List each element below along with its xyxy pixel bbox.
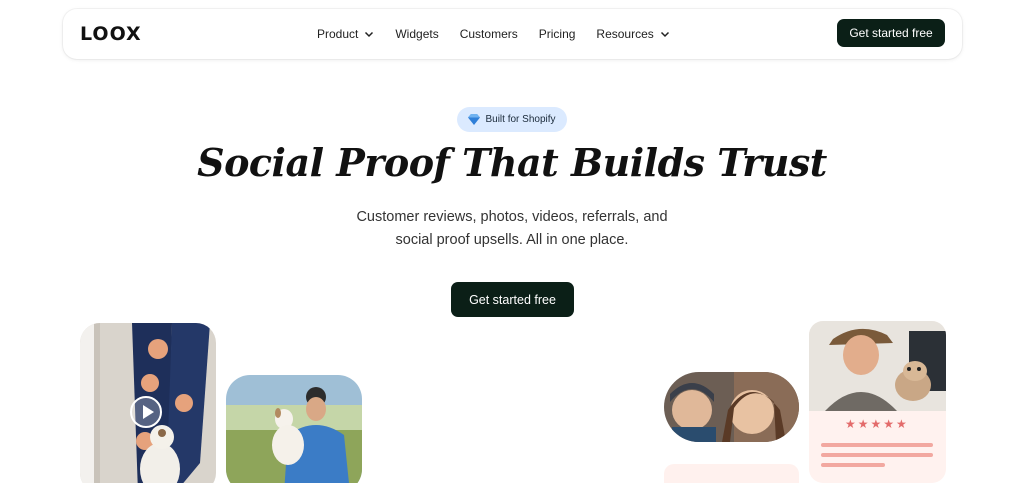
hero-subtitle-line: Customer reviews, photos, videos, referr… xyxy=(356,209,668,225)
main-menu: Product Widgets Customers Pricing Resour… xyxy=(317,9,691,59)
nav-item-label: Pricing xyxy=(538,27,576,41)
nav-item-label: Product xyxy=(317,27,359,41)
top-navbar: LOOX Product Widgets Customers Pricing R… xyxy=(63,9,962,59)
nav-item-customers[interactable]: Customers xyxy=(460,27,518,41)
hero-title: Social Proof That Builds Trust xyxy=(197,140,827,185)
hero-subtitle-line: social proof upsells. All in one place. xyxy=(395,232,629,248)
nav-item-product[interactable]: Product xyxy=(317,27,374,41)
shopify-badge: Built for Shopify xyxy=(457,107,567,132)
chevron-down-icon xyxy=(364,29,374,39)
nav-item-widgets[interactable]: Widgets xyxy=(395,27,438,41)
review-card xyxy=(809,321,946,483)
review-text-placeholder xyxy=(821,463,885,467)
chevron-down-icon xyxy=(660,29,670,39)
review-card-partial xyxy=(664,464,799,483)
loox-logo[interactable]: LOOX xyxy=(80,23,142,45)
hero-get-started-button[interactable]: Get started free xyxy=(451,282,574,317)
review-text-placeholder xyxy=(821,443,933,447)
nav-item-label: Widgets xyxy=(395,27,439,41)
star-rating: ★★★★★ xyxy=(845,417,909,431)
customer-photo-selfie xyxy=(664,372,799,442)
hero-subtitle: Customer reviews, photos, videos, referr… xyxy=(312,206,712,252)
customer-photo-dog-hike xyxy=(226,375,362,483)
review-text-placeholder xyxy=(821,453,933,457)
nav-item-label: Customers xyxy=(459,27,518,41)
nav-item-resources[interactable]: Resources xyxy=(596,27,669,41)
nav-get-started-button[interactable]: Get started free xyxy=(837,19,945,47)
nav-item-label: Resources xyxy=(596,27,654,41)
diamond-icon xyxy=(468,114,481,125)
play-icon[interactable] xyxy=(130,396,162,428)
nav-item-pricing[interactable]: Pricing xyxy=(539,27,576,41)
badge-label: Built for Shopify xyxy=(485,114,556,125)
